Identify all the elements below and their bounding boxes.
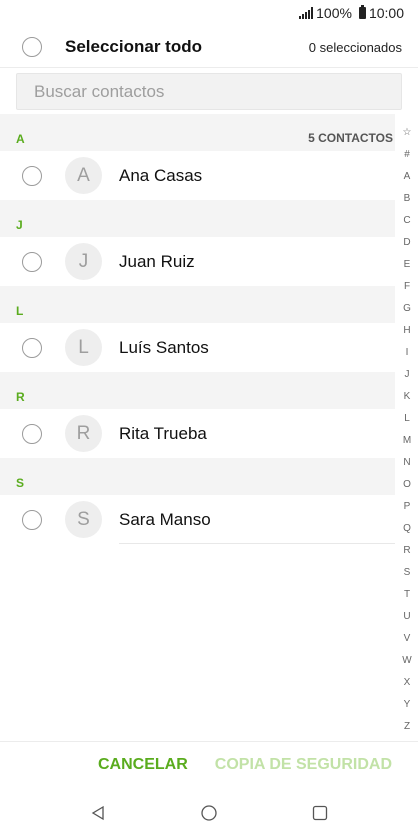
- index-letter[interactable]: F: [396, 276, 418, 298]
- contact-radio[interactable]: [22, 510, 42, 530]
- avatar: A: [65, 157, 102, 194]
- section-header-l: L: [0, 286, 395, 323]
- index-letter[interactable]: V: [396, 628, 418, 650]
- status-bar: 100% 10:00: [0, 0, 418, 26]
- select-all-label[interactable]: Seleccionar todo: [65, 37, 202, 57]
- index-letter[interactable]: Z: [396, 716, 418, 738]
- section-header-j: J: [0, 200, 395, 237]
- contact-name: Luís Santos: [119, 338, 209, 357]
- contact-list: A 5 CONTACTOS A Ana Casas J J Juan Ruiz …: [0, 114, 395, 544]
- contact-radio[interactable]: [22, 252, 42, 272]
- avatar: L: [65, 329, 102, 366]
- contact-name: Rita Trueba: [119, 424, 207, 443]
- contact-row[interactable]: R Rita Trueba: [0, 409, 395, 458]
- section-letter: S: [16, 476, 25, 490]
- contact-name: Sara Manso: [119, 510, 211, 529]
- avatar: S: [65, 501, 102, 538]
- contact-row[interactable]: L Luís Santos: [0, 323, 395, 372]
- index-letter[interactable]: X: [396, 672, 418, 694]
- index-letter[interactable]: O: [396, 474, 418, 496]
- contact-row[interactable]: S Sara Manso: [0, 495, 395, 544]
- index-letter[interactable]: J: [396, 364, 418, 386]
- search-input[interactable]: Buscar contactos: [16, 73, 402, 110]
- contact-row[interactable]: A Ana Casas: [0, 151, 395, 200]
- section-letter: R: [16, 390, 25, 404]
- signal-icon: [299, 7, 314, 19]
- cancel-button[interactable]: CANCELAR: [98, 756, 188, 774]
- index-letter[interactable]: U: [396, 606, 418, 628]
- index-letter[interactable]: T: [396, 584, 418, 606]
- contact-radio[interactable]: [22, 424, 42, 444]
- index-letter[interactable]: Q: [396, 518, 418, 540]
- contact-name: Ana Casas: [119, 166, 203, 185]
- avatar: J: [65, 243, 102, 280]
- index-letter[interactable]: H: [396, 320, 418, 342]
- index-letter[interactable]: A: [396, 166, 418, 188]
- index-letter[interactable]: E: [396, 254, 418, 276]
- index-letter[interactable]: N: [396, 452, 418, 474]
- avatar: R: [65, 415, 102, 452]
- index-letter[interactable]: L: [396, 408, 418, 430]
- index-letter[interactable]: W: [396, 650, 418, 672]
- backup-button[interactable]: COPIA DE SEGURIDAD: [215, 756, 392, 774]
- selected-count: 0 seleccionados: [308, 40, 402, 55]
- index-letter[interactable]: I: [396, 342, 418, 364]
- index-letter[interactable]: Y: [396, 694, 418, 716]
- contact-radio[interactable]: [22, 338, 42, 358]
- section-header-r: R: [0, 372, 395, 409]
- divider: [119, 543, 395, 544]
- index-letter[interactable]: K: [396, 386, 418, 408]
- back-icon[interactable]: [87, 802, 109, 824]
- section-letter: L: [16, 304, 24, 318]
- index-letter[interactable]: S: [396, 562, 418, 584]
- index-letter[interactable]: P: [396, 496, 418, 518]
- section-header-s: S: [0, 458, 395, 495]
- contact-row[interactable]: J Juan Ruiz: [0, 237, 395, 286]
- bottom-action-bar: CANCELAR COPIA DE SEGURIDAD: [0, 741, 418, 789]
- battery-percent: 100%: [316, 5, 352, 21]
- index-letter[interactable]: R: [396, 540, 418, 562]
- section-header-a: A 5 CONTACTOS: [0, 114, 395, 151]
- clock: 10:00: [368, 5, 404, 21]
- selection-header: Seleccionar todo 0 seleccionados: [0, 28, 418, 68]
- recents-icon[interactable]: [309, 802, 331, 824]
- section-letter: J: [16, 218, 23, 232]
- select-all-radio[interactable]: [22, 37, 42, 57]
- index-letter[interactable]: B: [396, 188, 418, 210]
- index-letter[interactable]: C: [396, 210, 418, 232]
- index-letter[interactable]: D: [396, 232, 418, 254]
- section-letter: A: [16, 132, 25, 146]
- index-letter[interactable]: M: [396, 430, 418, 452]
- navigation-bar: [0, 790, 418, 836]
- battery-icon: [358, 5, 366, 19]
- contact-count: 5 CONTACTOS: [308, 131, 393, 145]
- home-icon[interactable]: [198, 802, 220, 824]
- contact-name: Juan Ruiz: [119, 252, 195, 271]
- index-letter[interactable]: #: [396, 144, 418, 166]
- contact-radio[interactable]: [22, 166, 42, 186]
- alphabet-index[interactable]: ☆ # A B C D E F G H I J K L M N O P Q R S T U V W X Y Z: [396, 122, 418, 738]
- index-letter[interactable]: G: [396, 298, 418, 320]
- status-right: 100% 10:00: [299, 5, 404, 21]
- index-letter[interactable]: ☆: [396, 122, 418, 144]
